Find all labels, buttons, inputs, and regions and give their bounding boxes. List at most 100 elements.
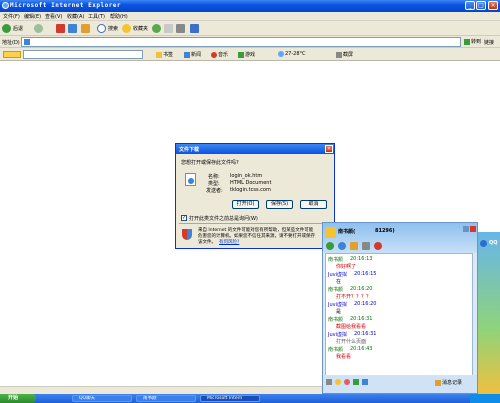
system-tray [470,394,500,403]
risk-link[interactable]: 有何风险? [219,239,239,245]
sogou-logo [3,51,21,58]
picture-icon[interactable] [353,379,359,385]
msg-sender: 南书颜 [328,347,344,353]
video-icon[interactable] [326,242,334,250]
cancel-button[interactable]: 取消 [300,200,327,209]
sogou-search-input[interactable] [23,50,143,59]
menu-bar: 文件(F) 编辑(E) 查看(V) 收藏(A) 工具(T) 帮助(H) [0,12,500,21]
contact-avatar[interactable] [325,227,336,238]
menu-favorites[interactable]: 收藏(A) [67,13,84,20]
link-bookmark[interactable]: 书签 [156,51,173,58]
qq-side-label: QQ [489,240,498,246]
search-icon [97,24,106,33]
close-button[interactable]: × [488,1,498,10]
voice-icon[interactable] [338,242,346,250]
window-titlebar: Microsoft Internet Explorer _ □ × [0,0,500,12]
emoji-icon[interactable] [335,379,341,385]
edit-button[interactable] [190,23,201,34]
link-screenshot[interactable]: 截屏 [336,51,353,58]
back-arrow-icon [2,24,11,33]
go-arrow-icon [464,38,470,45]
msg-sender: 南书颜 [328,287,344,293]
type-label: 类型: [208,181,220,187]
address-input[interactable] [21,37,461,47]
name-value: login_ok.htm [230,173,263,179]
print-button[interactable] [176,23,187,34]
menu-view[interactable]: 查看(V) [45,13,62,20]
menu-help[interactable]: 帮助(H) [110,13,128,20]
from-value: tklogin.tcss.com [230,187,271,193]
dialog-close-button[interactable]: × [325,145,333,153]
msg-text: 你好啊了 [336,264,357,270]
taskbar: 开始 QQ聊天 南书颜 Microsoft Intern [0,394,500,403]
menu-edit[interactable]: 编辑(E) [24,13,41,20]
shake-icon[interactable] [344,379,350,385]
close-chat-button[interactable] [470,226,476,232]
msg-text: 我看看 [336,354,352,360]
from-label: 发送者: [206,188,223,194]
msg-time: 20:16:15 [354,271,377,277]
minimize-button[interactable]: _ [465,1,475,10]
link-news[interactable]: 新闻 [184,51,201,58]
minimize-chat-button[interactable] [463,226,469,232]
screenshot-icon [336,51,342,58]
star-icon [122,24,131,33]
msg-time: 20:16:20 [354,301,377,307]
link-music[interactable]: 音乐 [211,51,228,58]
stop-button[interactable] [56,23,67,34]
type-value: HTML Document [230,180,272,186]
print-icon [176,24,185,33]
msg-sender: 南书颜 [328,317,344,323]
always-ask-label: 打开此类文件之前总是询问(W) [189,216,258,222]
maximize-button[interactable]: □ [476,1,486,10]
link-weather-label: 27-28°C [285,51,306,57]
msg-sender: Juvi虚拟 [328,272,347,278]
links-label[interactable]: 链接 [484,39,494,46]
always-ask-checkbox[interactable]: ✓ [181,215,187,221]
forward-button[interactable] [34,23,45,34]
mail-icon [164,24,173,33]
menu-tools[interactable]: 工具(T) [88,13,105,20]
games-icon [238,51,244,58]
warning-line-3: 该文件。 [198,240,216,245]
music-icon [211,51,217,58]
chat-message-area: 南书颜 20:16:13 你好啊了 Juvi虚拟 20:16:15 在 南书颜 … [325,253,473,377]
address-bar: 地址(D) 转到 链接 [0,36,500,48]
home-icon [81,24,90,33]
task-nanshuyan[interactable]: 南书颜 [136,395,196,402]
home-button[interactable] [81,23,92,34]
remote-icon[interactable] [362,242,370,250]
favorites-label: 收藏夹 [133,26,149,32]
save-button[interactable]: 保存(S) [266,200,293,209]
font-icon[interactable] [326,379,332,385]
open-button[interactable]: 打开(O) [232,200,259,209]
refresh-button[interactable] [68,23,79,34]
shield-icon [182,229,192,240]
search-button[interactable]: 搜索 [97,23,118,34]
app-icon[interactable] [374,242,382,250]
link-weather[interactable]: 27-28°C [278,51,306,57]
stop-icon [56,24,65,33]
file-download-dialog: 文件下载 × 您想打开或保存此文件吗? 名称: login_ok.htm 类型:… [175,143,335,249]
file-transfer-icon[interactable] [350,242,358,250]
media-button[interactable] [152,23,163,34]
mail-button[interactable] [164,23,175,34]
start-button[interactable]: 开始 [0,394,36,403]
link-games[interactable]: 游戏 [238,51,255,58]
chat-input-toolbar: 消息记录 [323,375,477,393]
msg-time: 20:16:31 [350,316,373,322]
msg-text: 打开什么页面 [336,339,367,345]
go-button[interactable]: 转到 [464,38,481,45]
media-icon [152,24,161,33]
task-qq-chat[interactable]: QQ聊天 [72,395,132,402]
history-button[interactable]: 消息记录 [435,379,462,386]
address-label: 地址(D) [2,40,20,46]
search-label: 搜索 [108,26,119,32]
menu-file[interactable]: 文件(F) [3,13,20,20]
msg-time: 20:16:31 [354,331,377,337]
back-button[interactable]: 后退 [2,23,23,34]
dialog-question: 您想打开或保存此文件吗? [181,160,239,166]
favorites-button[interactable]: 收藏夹 [122,23,148,34]
scissors-icon[interactable] [362,379,368,385]
task-internet-explorer[interactable]: Microsoft Intern [200,395,260,402]
